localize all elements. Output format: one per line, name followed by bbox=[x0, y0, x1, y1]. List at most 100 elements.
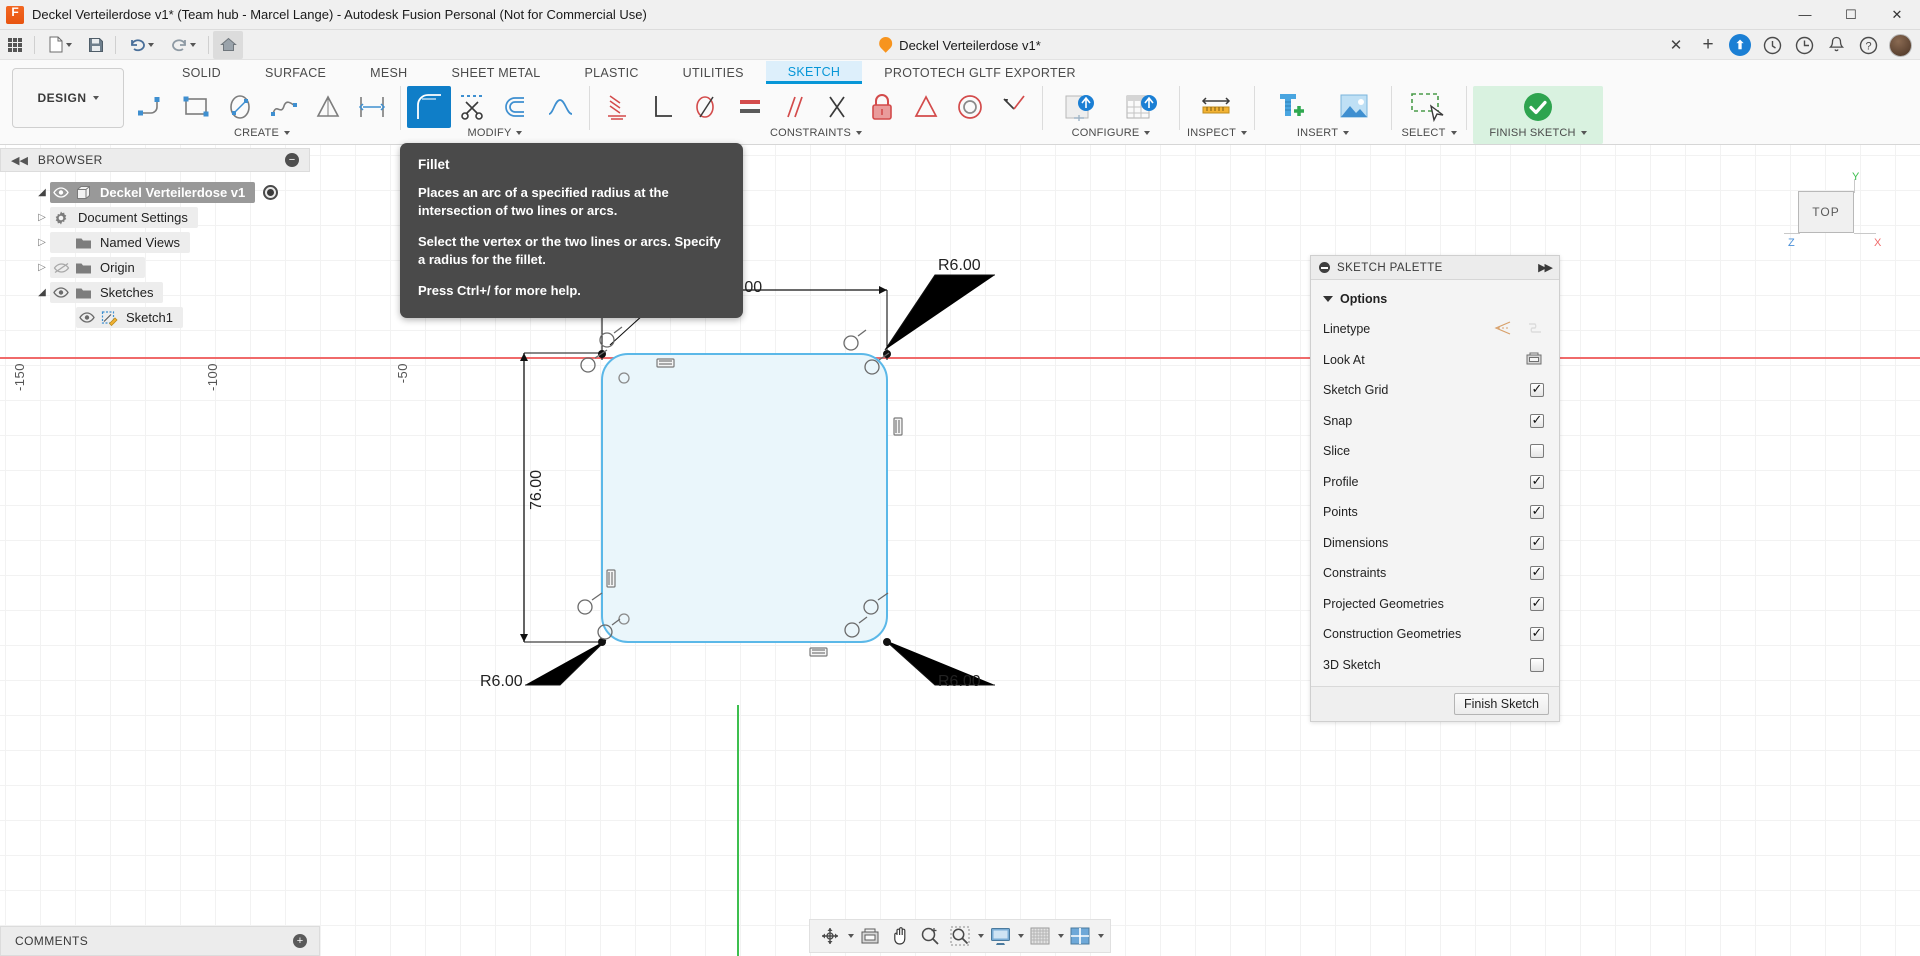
close-button[interactable]: ✕ bbox=[1874, 0, 1920, 30]
constraint-curvature-icon[interactable] bbox=[992, 86, 1036, 128]
expand-right-icon[interactable]: ▶▶ bbox=[1538, 261, 1551, 274]
options-section-header[interactable]: Options bbox=[1311, 288, 1559, 314]
comments-panel[interactable]: COMMENTS + bbox=[0, 926, 320, 956]
palette-row-slice[interactable]: Slice bbox=[1311, 436, 1559, 467]
minimize-icon[interactable]: − bbox=[285, 153, 299, 167]
job-status-icon[interactable] bbox=[1757, 31, 1787, 59]
home-icon[interactable] bbox=[213, 31, 243, 59]
3d-sketch-checkbox[interactable] bbox=[1530, 658, 1544, 672]
palette-row-sketch-grid[interactable]: Sketch Grid bbox=[1311, 375, 1559, 406]
constraint-perpendicular-icon[interactable] bbox=[640, 86, 684, 128]
maximize-button[interactable]: ☐ bbox=[1828, 0, 1874, 30]
tree-item-named-views[interactable]: ▷ Named Views bbox=[0, 230, 380, 255]
tab-prototech-gltf-exporter[interactable]: PROTOTECH GLTF EXPORTER bbox=[862, 62, 1098, 83]
expander-right-icon[interactable]: ▷ bbox=[34, 262, 50, 273]
minimize-icon[interactable] bbox=[1319, 262, 1330, 273]
tree-item-origin[interactable]: ▷ Origin bbox=[0, 255, 380, 280]
palette-row-points[interactable]: Points bbox=[1311, 497, 1559, 528]
view-cube[interactable]: TOP Y X Z bbox=[1770, 163, 1890, 273]
tab-solid[interactable]: SOLID bbox=[160, 62, 243, 83]
constraint-concentric-icon[interactable] bbox=[948, 86, 992, 128]
ribbon-group-finish-sketch[interactable]: FINISH SKETCH bbox=[1473, 86, 1603, 144]
add-tab-button[interactable]: + bbox=[1693, 31, 1723, 59]
insert-mcmaster-part-icon[interactable] bbox=[1261, 86, 1323, 128]
add-comment-button[interactable]: + bbox=[293, 934, 307, 948]
centerline-linetype-icon[interactable] bbox=[1526, 321, 1544, 338]
viewports-icon[interactable] bbox=[1066, 921, 1094, 951]
tree-item-sketches[interactable]: ◢ Sketches bbox=[0, 280, 380, 305]
view-cube-top-face[interactable]: TOP bbox=[1798, 191, 1854, 233]
visibility-eye-icon[interactable] bbox=[50, 287, 72, 298]
modify-trim-icon[interactable] bbox=[451, 86, 495, 128]
modify-fillet-icon[interactable] bbox=[407, 86, 451, 128]
palette-row-look-at[interactable]: Look At bbox=[1311, 345, 1559, 376]
bell-icon[interactable] bbox=[1821, 31, 1851, 59]
finish-sketch-icon[interactable] bbox=[1479, 86, 1597, 128]
tab-sheet-metal[interactable]: SHEET METAL bbox=[429, 62, 562, 83]
chevron-down-icon[interactable] bbox=[516, 131, 522, 135]
configure-model-icon[interactable] bbox=[1049, 86, 1111, 128]
chevron-down-icon[interactable] bbox=[978, 934, 984, 938]
palette-row-snap[interactable]: Snap bbox=[1311, 406, 1559, 437]
redo-icon[interactable] bbox=[162, 31, 204, 59]
palette-row-profile[interactable]: Profile bbox=[1311, 467, 1559, 498]
help-icon[interactable]: ? bbox=[1853, 31, 1883, 59]
projected-geometries-checkbox[interactable] bbox=[1530, 597, 1544, 611]
activate-component-radio[interactable] bbox=[263, 185, 278, 200]
constraint-horizontal-vertical-icon[interactable] bbox=[816, 86, 860, 128]
create-circle-icon[interactable] bbox=[218, 86, 262, 128]
expander-right-icon[interactable]: ▷ bbox=[34, 212, 50, 223]
fillet-radius-top-right-label[interactable]: R6.00 bbox=[938, 257, 981, 275]
constraint-coincident-icon[interactable] bbox=[596, 86, 640, 128]
palette-row-linetype[interactable]: Linetype bbox=[1311, 314, 1559, 345]
palette-row-constraints[interactable]: Constraints bbox=[1311, 558, 1559, 589]
constraint-equal-icon[interactable] bbox=[728, 86, 772, 128]
chevron-down-icon[interactable] bbox=[856, 131, 862, 135]
app-grid-icon[interactable] bbox=[0, 31, 30, 59]
modify-curvature-icon[interactable] bbox=[539, 86, 583, 128]
chevron-down-icon[interactable] bbox=[1451, 131, 1457, 135]
tab-plastic[interactable]: PLASTIC bbox=[562, 62, 660, 83]
orbit-icon[interactable] bbox=[816, 921, 844, 951]
document-tab-close-icon[interactable]: ✕ bbox=[1661, 31, 1691, 59]
configure-table-icon[interactable] bbox=[1111, 86, 1173, 128]
visibility-eye-icon[interactable] bbox=[76, 312, 98, 323]
expander-down-icon[interactable]: ◢ bbox=[34, 187, 50, 198]
points-checkbox[interactable] bbox=[1530, 505, 1544, 519]
palette-row-dimensions[interactable]: Dimensions bbox=[1311, 528, 1559, 559]
chevron-down-icon[interactable] bbox=[1058, 934, 1064, 938]
pan-icon[interactable] bbox=[886, 921, 914, 951]
look-at-icon[interactable] bbox=[1526, 351, 1542, 368]
expander-right-icon[interactable]: ▷ bbox=[34, 237, 50, 248]
modify-offset-icon[interactable] bbox=[495, 86, 539, 128]
chevron-down-icon[interactable] bbox=[284, 131, 290, 135]
history-icon[interactable] bbox=[1789, 31, 1819, 59]
select-tool-icon[interactable] bbox=[1398, 86, 1460, 128]
chevron-down-icon[interactable] bbox=[1581, 131, 1587, 135]
visibility-eye-off-icon[interactable] bbox=[50, 262, 72, 274]
tab-utilities[interactable]: UTILITIES bbox=[661, 62, 766, 83]
chevron-down-icon[interactable] bbox=[1144, 131, 1150, 135]
dimensions-checkbox[interactable] bbox=[1530, 536, 1544, 550]
document-tab[interactable]: Deckel Verteilerdose v1* bbox=[869, 30, 1051, 60]
zoom-window-icon[interactable] bbox=[946, 921, 974, 951]
construction-linetype-icon[interactable] bbox=[1494, 321, 1512, 338]
expander-down-icon[interactable]: ◢ bbox=[34, 287, 50, 298]
create-polygon-icon[interactable] bbox=[306, 86, 350, 128]
constraint-symmetry-icon[interactable] bbox=[904, 86, 948, 128]
chevron-down-icon[interactable] bbox=[1241, 131, 1247, 135]
palette-row-projected-geometries[interactable]: Projected Geometries bbox=[1311, 589, 1559, 620]
grid-snaps-icon[interactable] bbox=[1026, 921, 1054, 951]
inspect-measure-icon[interactable] bbox=[1186, 86, 1248, 128]
height-dimension-label[interactable]: 76.00 bbox=[528, 470, 546, 510]
create-line-icon[interactable] bbox=[130, 86, 174, 128]
collapse-left-icon[interactable]: ◀◀ bbox=[11, 154, 28, 167]
create-rectangle-icon[interactable] bbox=[174, 86, 218, 128]
chevron-down-icon[interactable] bbox=[1098, 934, 1104, 938]
snap-checkbox[interactable] bbox=[1530, 414, 1544, 428]
tab-surface[interactable]: SURFACE bbox=[243, 62, 348, 83]
tab-mesh[interactable]: MESH bbox=[348, 62, 429, 83]
minimize-button[interactable]: — bbox=[1782, 0, 1828, 30]
visibility-eye-icon[interactable] bbox=[50, 187, 72, 198]
profile-checkbox[interactable] bbox=[1530, 475, 1544, 489]
